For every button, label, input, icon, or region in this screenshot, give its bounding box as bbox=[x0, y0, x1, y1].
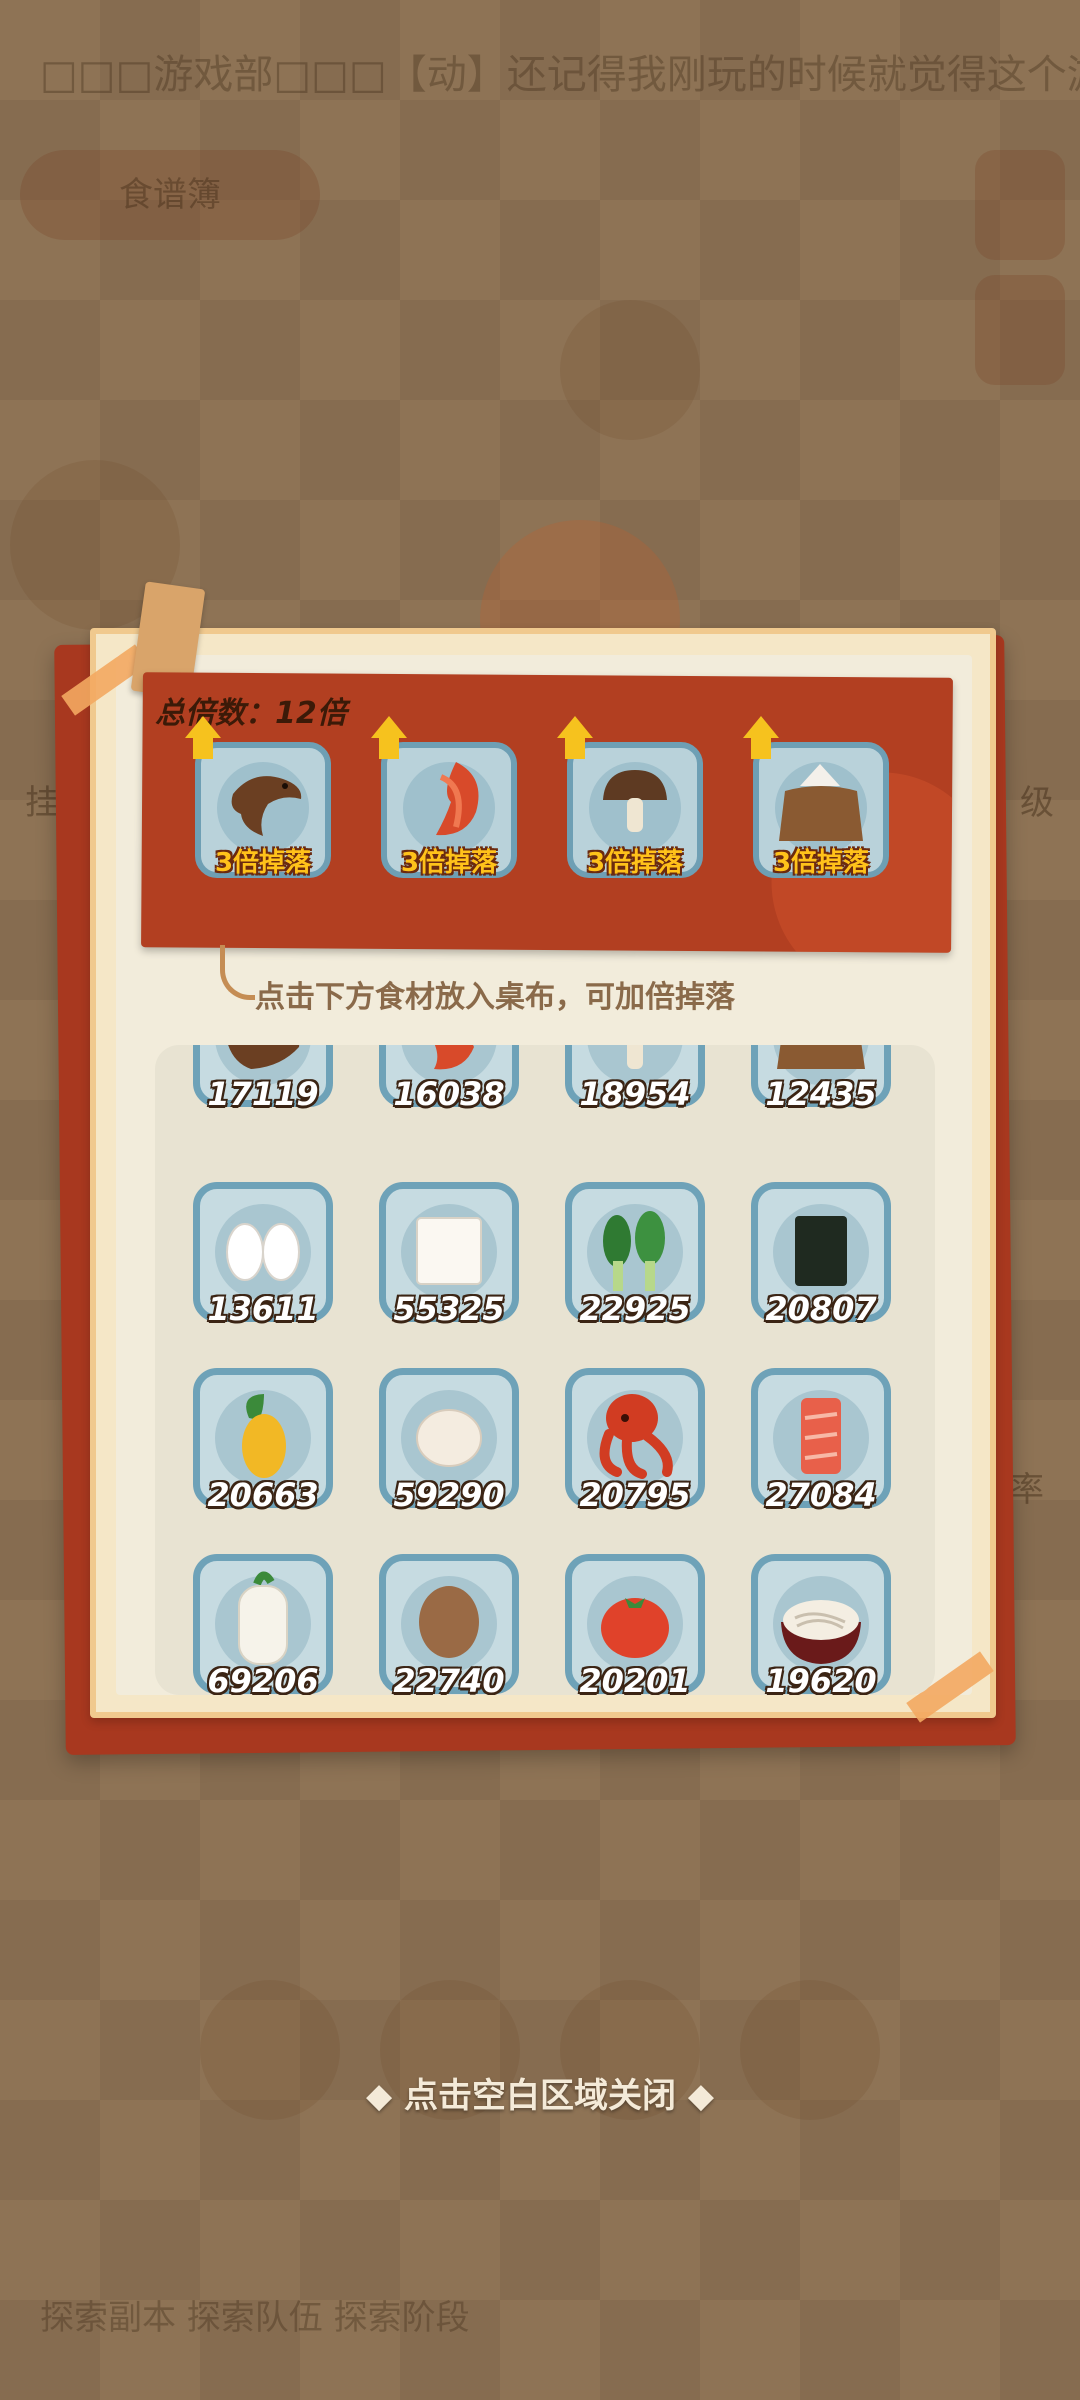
selected-slot-catfish[interactable]: 3倍掉落 bbox=[185, 716, 331, 882]
ingredient-salmon[interactable]: 27084 bbox=[751, 1368, 891, 1518]
character-avatar bbox=[560, 300, 700, 440]
octopus-icon bbox=[599, 1394, 673, 1479]
ingredient-rice-ball[interactable]: 13611 bbox=[193, 1182, 333, 1332]
ingredient-count: 18954 bbox=[579, 1075, 691, 1113]
ingredient-catfish[interactable]: 17119 bbox=[193, 1045, 333, 1117]
flour-sack-icon bbox=[779, 764, 863, 841]
side-button bbox=[975, 275, 1065, 385]
ingredient-count: 16038 bbox=[393, 1075, 505, 1113]
ingredient-tofu[interactable]: 55325 bbox=[379, 1182, 519, 1332]
greens-icon bbox=[603, 1211, 665, 1291]
ingredient-count: 17119 bbox=[207, 1075, 319, 1113]
side-text-right: 级 bbox=[1020, 783, 1054, 823]
ingredient-octopus[interactable]: 20795 bbox=[565, 1368, 705, 1518]
ingredient-count: 13611 bbox=[207, 1290, 319, 1328]
ingredient-flour[interactable]: 12435 bbox=[751, 1045, 891, 1117]
recipe-book-button: 食谱簿 bbox=[20, 150, 320, 240]
shrimp-icon bbox=[436, 762, 479, 836]
ingredient-count: 20201 bbox=[579, 1662, 691, 1695]
radish-icon bbox=[238, 1571, 288, 1665]
ingredient-count: 55325 bbox=[393, 1290, 505, 1328]
arrow-up-icon bbox=[743, 716, 779, 738]
ingredient-potato[interactable]: 22740 bbox=[379, 1554, 519, 1695]
catfish-icon bbox=[231, 776, 302, 836]
selected-slot-mushroom[interactable]: 3倍掉落 bbox=[557, 716, 703, 882]
side-text-left: 挂 bbox=[25, 783, 59, 823]
drop-multiplier-badge: 3倍掉落 bbox=[400, 848, 498, 878]
ingredient-mushroom[interactable]: 18954 bbox=[565, 1045, 705, 1117]
mushroom-icon bbox=[627, 1045, 643, 1069]
shrimp-icon bbox=[434, 1045, 474, 1070]
ingredient-count: 20795 bbox=[579, 1476, 691, 1514]
ingredient-count: 22925 bbox=[579, 1290, 691, 1328]
ingredient-count: 20807 bbox=[765, 1290, 877, 1328]
drop-multiplier-badge: 3倍掉落 bbox=[214, 848, 312, 878]
ingredient-grid[interactable]: 17119 16038 18954 12435 13611 55325 2292… bbox=[155, 1045, 935, 1695]
seaweed-icon bbox=[795, 1216, 847, 1286]
ingredient-noodle-bowl[interactable]: 19620 bbox=[751, 1554, 891, 1695]
flour-sack-icon bbox=[777, 1045, 865, 1069]
ingredient-count: 19620 bbox=[765, 1662, 877, 1695]
total-multiplier-title: 总倍数：12倍 bbox=[155, 696, 347, 731]
menu-button bbox=[975, 150, 1065, 260]
corn-icon bbox=[242, 1394, 286, 1478]
ingredient-count: 69206 bbox=[207, 1662, 319, 1695]
arrow-up-icon bbox=[557, 716, 593, 738]
catfish-icon bbox=[228, 1045, 300, 1069]
ingredient-corn[interactable]: 20663 bbox=[193, 1368, 333, 1518]
close-hint[interactable]: ◆ 点击空白区域关闭 ◆ bbox=[0, 2068, 1080, 2117]
drop-multiplier-badge: 3倍掉落 bbox=[586, 848, 684, 878]
instruction-hint: 点击下方食材放入桌布，可加倍掉落 bbox=[255, 980, 735, 1015]
potato-icon bbox=[419, 1586, 479, 1658]
arrow-up-icon bbox=[371, 716, 407, 738]
tofu-icon bbox=[416, 1217, 482, 1285]
salmon-icon bbox=[801, 1398, 841, 1474]
scrolling-banner: □□□游戏部□□□【动】还记得我刚玩的时候就觉得这个游戏 bbox=[40, 52, 1080, 98]
ingredient-count: 20663 bbox=[207, 1476, 319, 1514]
noodle-bowl-icon bbox=[781, 1600, 861, 1664]
egg-icon bbox=[416, 1409, 482, 1467]
ingredient-radish[interactable]: 69206 bbox=[193, 1554, 333, 1695]
ingredient-shrimp[interactable]: 16038 bbox=[379, 1045, 519, 1117]
ingredient-count: 59290 bbox=[393, 1476, 505, 1514]
ingredient-tomato[interactable]: 20201 bbox=[565, 1554, 705, 1695]
side-text-rate: 率 bbox=[1010, 1470, 1044, 1510]
ingredient-count: 12435 bbox=[765, 1075, 877, 1113]
ingredient-greens[interactable]: 22925 bbox=[565, 1182, 705, 1332]
tomato-icon bbox=[601, 1598, 669, 1658]
selected-slot-flour[interactable]: 3倍掉落 bbox=[743, 716, 889, 882]
ingredient-count: 22740 bbox=[393, 1662, 505, 1695]
selected-slot-shrimp[interactable]: 3倍掉落 bbox=[371, 716, 517, 882]
bottom-nav: 探索副本 探索队伍 探索阶段 bbox=[40, 2298, 470, 2338]
rice-ball-icon bbox=[226, 1223, 300, 1281]
ingredient-count: 27084 bbox=[765, 1476, 877, 1514]
ingredient-egg[interactable]: 59290 bbox=[379, 1368, 519, 1518]
drop-multiplier-badge: 3倍掉落 bbox=[772, 848, 870, 878]
arrow-up-icon bbox=[185, 716, 221, 738]
ingredient-seaweed[interactable]: 20807 bbox=[751, 1182, 891, 1332]
mushroom-icon bbox=[603, 770, 667, 832]
